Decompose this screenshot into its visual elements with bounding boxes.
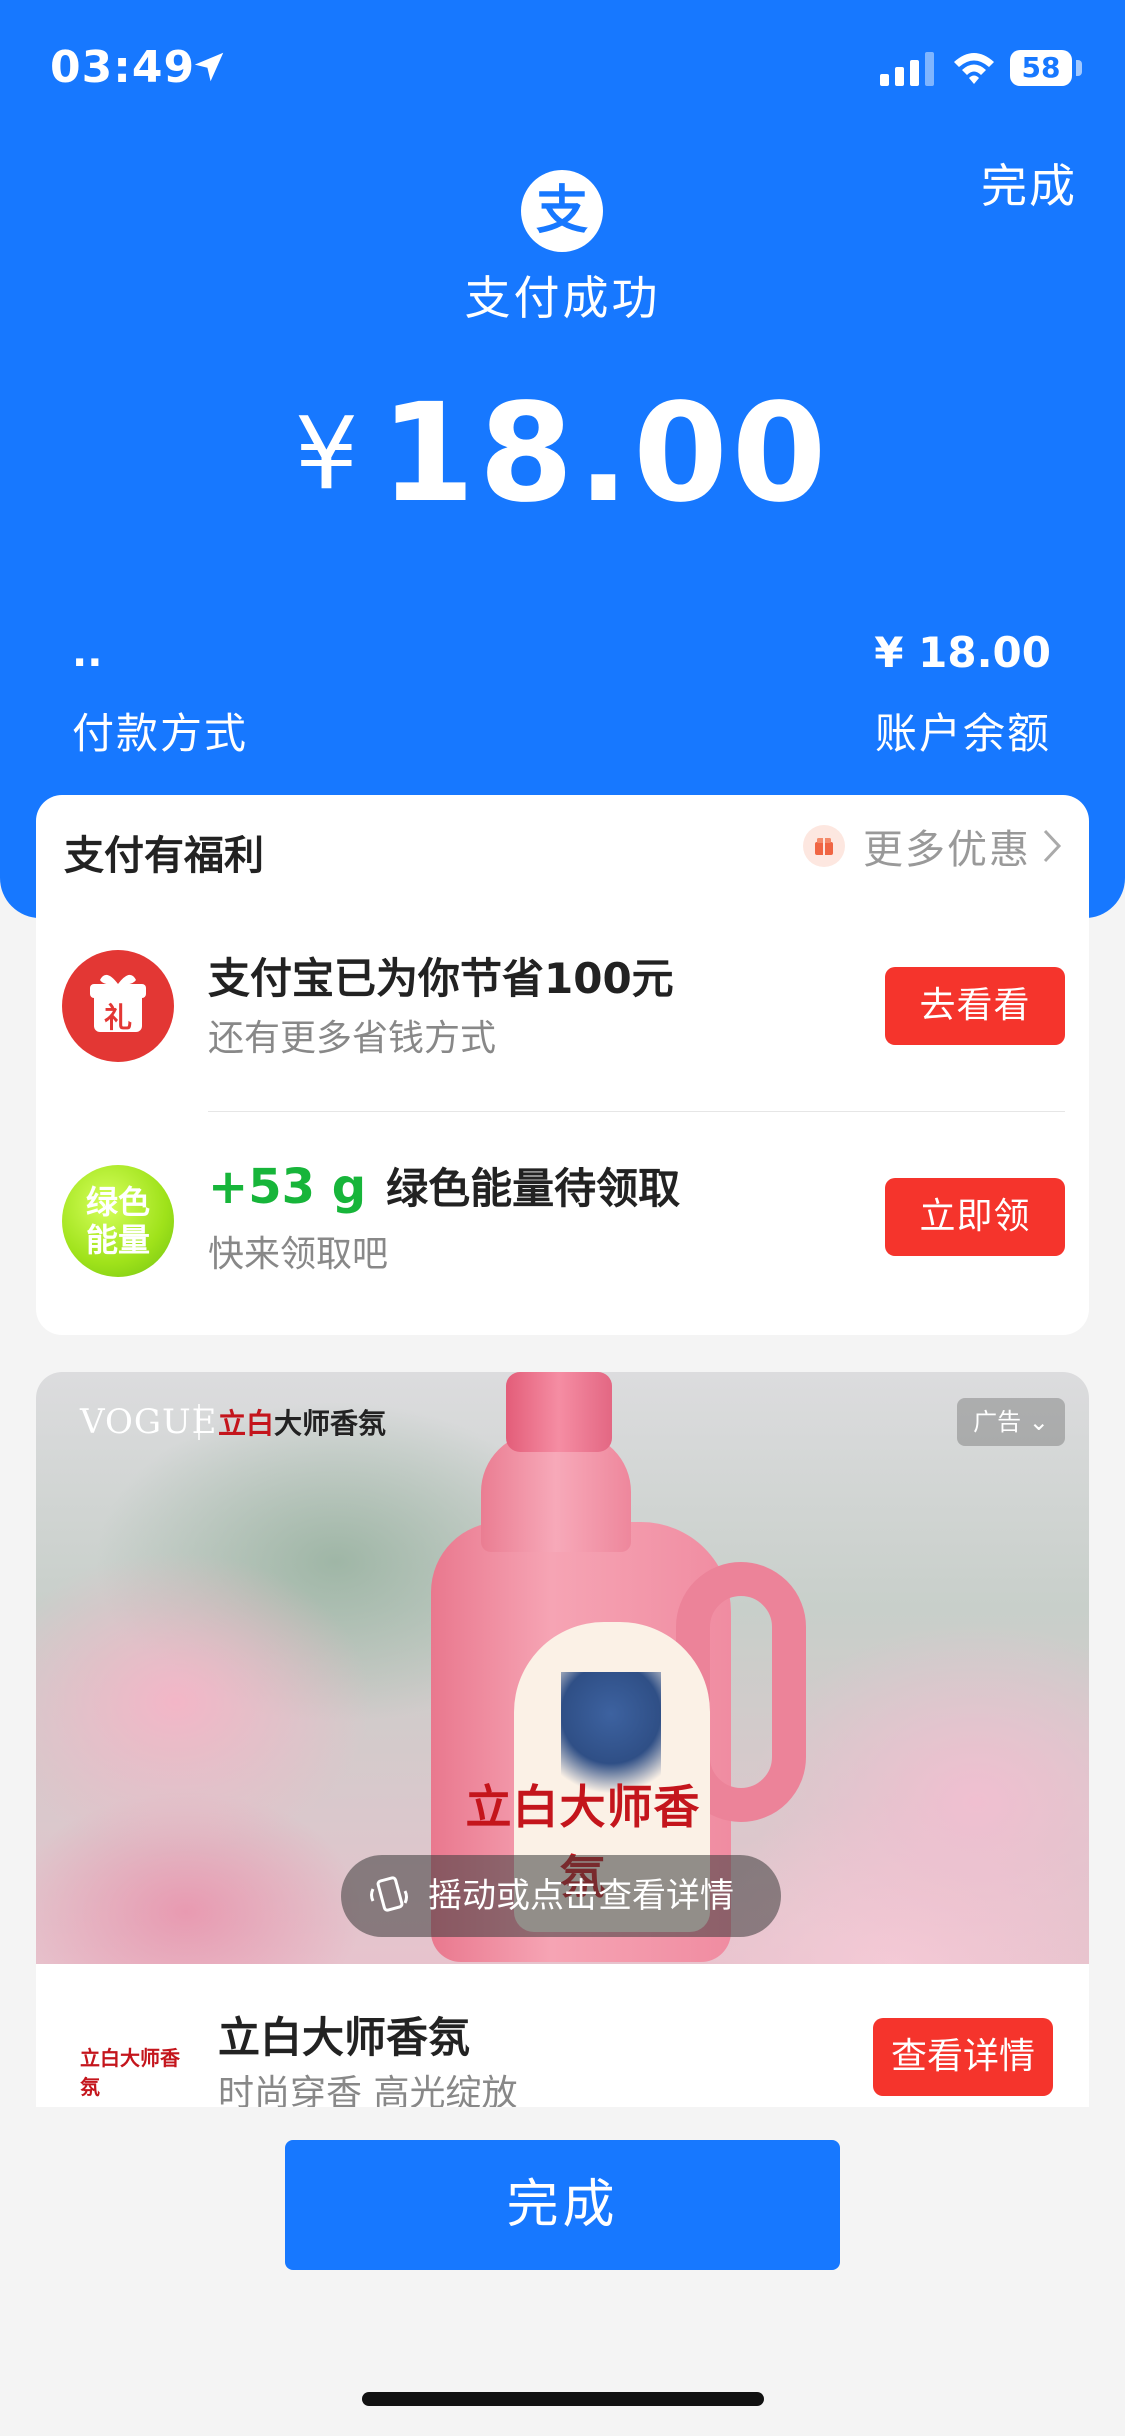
bottle-cap: [506, 1372, 612, 1452]
chevron-right-icon: [1043, 829, 1062, 863]
coupon-icon: [803, 825, 845, 867]
shake-phone-icon: [370, 1876, 408, 1912]
energy-title: 绿色能量待领取: [386, 1164, 681, 1213]
energy-subtitle: 快来领取吧: [208, 1234, 389, 1275]
ad-subtitle: 时尚穿香 高光绽放: [218, 2073, 518, 2107]
payment-status-title: 支付成功: [464, 271, 661, 325]
chevron-down-icon: ⌄: [1028, 1408, 1049, 1436]
ad-advertiser-logo: 立白大师香氛: [80, 2046, 180, 2099]
energy-icon-line2: 能量: [85, 1221, 150, 1259]
energy-amount: +53 g: [208, 1159, 367, 1215]
wifi-icon: [954, 53, 994, 84]
savings-subtitle: 还有更多省钱方式: [208, 1018, 497, 1059]
ad-brand-logo-red: 立白: [218, 1407, 275, 1440]
benefits-card: 支付有福利 更多优惠 礼 支付宝已为你节省100元 还有更多省钱方式 去看看 绿…: [36, 795, 1089, 1335]
alipay-logo-icon: 支: [521, 170, 603, 252]
payment-method-value: ..: [72, 630, 103, 676]
shake-text: 摇动或点击查看详情: [428, 1876, 734, 1916]
battery-nub: [1076, 60, 1082, 76]
amount-value: 18.00: [380, 375, 831, 533]
savings-title: 支付宝已为你节省100元: [208, 954, 674, 1003]
benefits-title: 支付有福利: [64, 833, 264, 879]
energy-icon-line1: 绿色: [85, 1183, 150, 1221]
payment-amount: ¥18.00: [0, 375, 1125, 533]
claim-energy-button[interactable]: 立即领: [885, 1178, 1065, 1256]
vogue-logo: VOGUE: [80, 1402, 218, 1442]
currency-symbol: ¥: [294, 395, 359, 512]
gift-icon: 礼: [62, 950, 174, 1062]
view-savings-button[interactable]: 去看看: [885, 967, 1065, 1045]
status-time: 03:49: [50, 42, 196, 93]
ad-tag-dropdown[interactable]: 广告 ⌄: [957, 1398, 1065, 1446]
done-bottom-button[interactable]: 完成: [285, 2140, 840, 2270]
cellular-signal-icon: [880, 52, 934, 86]
shake-to-view-pill[interactable]: 摇动或点击查看详情: [341, 1855, 781, 1937]
ad-image[interactable]: 立白大师香氛 VOGUE 立白大师香氛 广告 ⌄ 摇动或点击查看详情: [36, 1372, 1089, 1964]
account-balance-value: ¥ 18.00: [874, 628, 1051, 677]
alipay-logo-glyph: 支: [535, 181, 588, 241]
benefits-divider: [208, 1111, 1065, 1112]
ad-title: 立白大师香氛: [218, 2013, 471, 2062]
gift-glyph: 礼: [104, 1001, 132, 1034]
green-energy-icon: 绿色 能量: [62, 1165, 174, 1277]
bottle-brand-text: 立白大师香氛: [465, 1780, 701, 1904]
battery-indicator: 58: [1010, 50, 1072, 86]
energy-title-row: +53 g 绿色能量待领取: [208, 1155, 680, 1216]
more-offers-label: 更多优惠: [863, 827, 1031, 873]
payment-method-label: 付款方式: [72, 709, 249, 758]
account-balance-label: 账户余额: [874, 709, 1051, 758]
done-top-button[interactable]: 完成: [981, 150, 1077, 216]
ad-card[interactable]: 立白大师香氛 VOGUE 立白大师香氛 广告 ⌄ 摇动或点击查看详情 立白大师香…: [36, 1372, 1089, 2107]
ad-brand-logo-rest: 大师香氛: [274, 1407, 387, 1440]
ad-view-details-button[interactable]: 查看详情: [873, 2018, 1053, 2096]
more-offers-link[interactable]: 更多优惠: [803, 821, 1063, 873]
home-indicator[interactable]: [362, 2392, 764, 2406]
logo-separator: [198, 1404, 200, 1440]
ad-tag-label: 广告: [973, 1408, 1022, 1436]
ad-brand-logo: 立白大师香氛: [218, 1402, 386, 1442]
location-arrow-icon: [194, 52, 224, 82]
